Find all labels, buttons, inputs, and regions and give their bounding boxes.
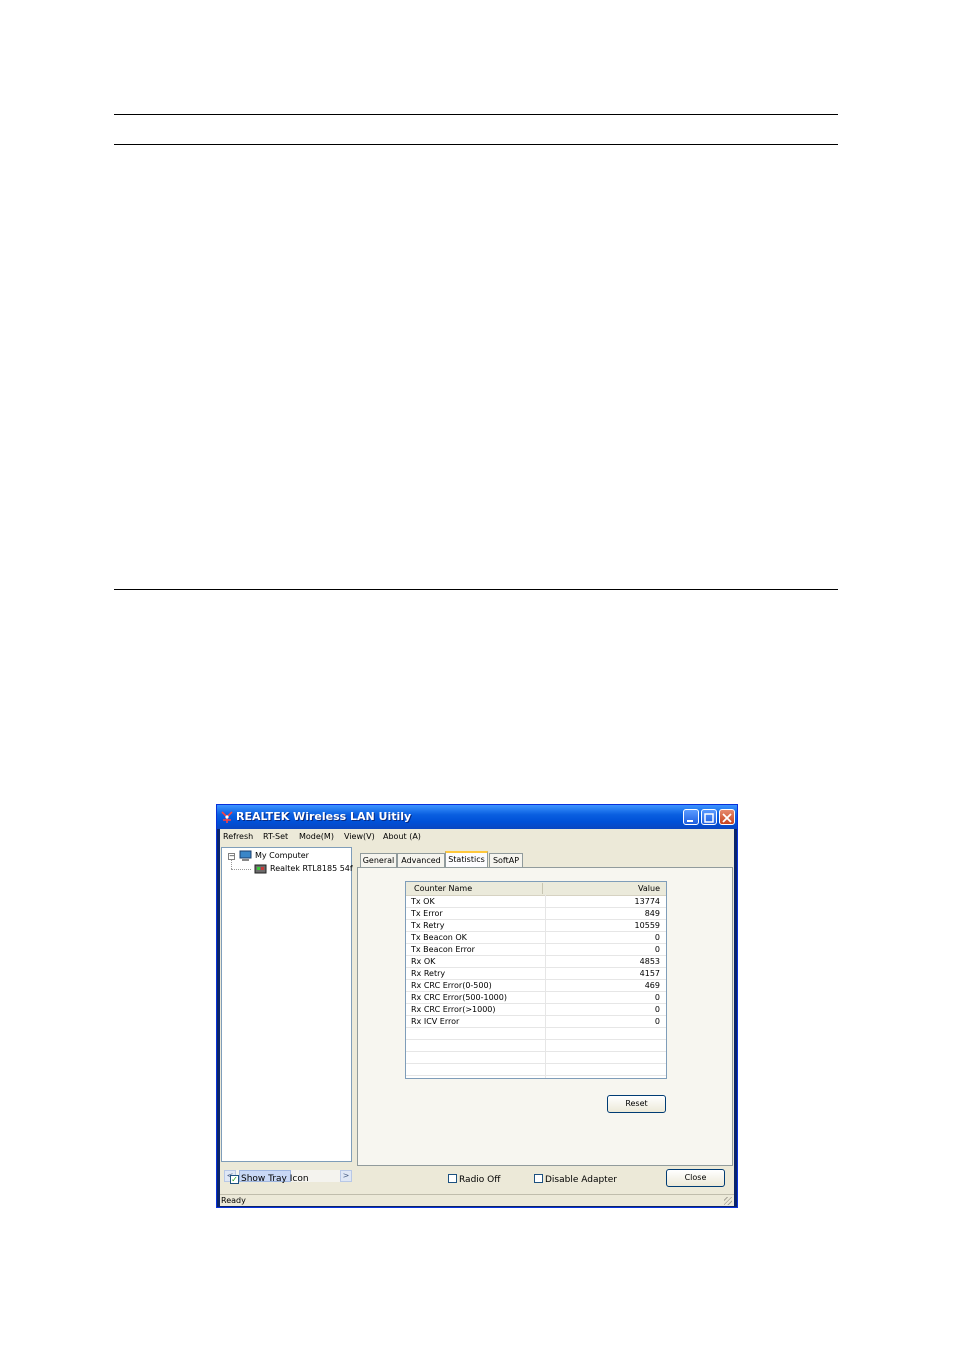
minimize-button[interactable] xyxy=(683,809,699,825)
table-row[interactable]: Tx Beacon OK 0 xyxy=(406,932,666,944)
counter-value-cell: 13774 xyxy=(634,897,660,906)
collapse-toggle[interactable]: − xyxy=(228,853,235,860)
menu-refresh[interactable]: Refresh xyxy=(223,832,253,841)
table-row[interactable]: Tx OK 13774 xyxy=(406,896,666,908)
counter-value-cell: 10559 xyxy=(634,921,660,930)
tab-softap[interactable]: SoftAP xyxy=(489,853,523,867)
counter-value-cell: 469 xyxy=(644,981,660,990)
close-window-button[interactable] xyxy=(719,809,735,825)
tab-statistics[interactable]: Statistics xyxy=(445,851,488,868)
device-tree: − My Computer Realtek RTL8185 54f < > xyxy=(221,847,353,1182)
counter-value-cell: 4853 xyxy=(639,957,660,966)
table-row[interactable] xyxy=(406,1052,666,1064)
radio-off-label: Radio Off xyxy=(459,1175,501,1185)
table-row[interactable]: Rx CRC Error(0-500) 469 xyxy=(406,980,666,992)
counter-name-cell: Rx CRC Error(>1000) xyxy=(411,1005,496,1014)
close-button[interactable]: Close xyxy=(666,1169,725,1187)
window-title: REALTEK Wireless LAN Uitily xyxy=(236,810,412,823)
counter-name-cell: Tx Beacon Error xyxy=(411,945,475,954)
counter-value-cell: 4157 xyxy=(639,969,660,978)
column-divider[interactable] xyxy=(542,883,543,894)
radio-off-checkbox[interactable]: Radio Off xyxy=(448,1174,500,1185)
show-tray-icon-checkbox[interactable]: ✓ Show Tray Icon xyxy=(230,1174,309,1184)
counter-value-cell: 0 xyxy=(654,945,660,954)
counter-name-cell: Rx CRC Error(0-500) xyxy=(411,981,492,990)
menu-mode[interactable]: Mode(M) xyxy=(299,832,334,841)
second-rule xyxy=(114,144,838,145)
tab-panel: General Advanced Statistics SoftAP Count… xyxy=(355,848,735,1166)
menu-view[interactable]: View(V) xyxy=(344,832,375,841)
counter-name-cell: Rx Retry xyxy=(411,969,446,978)
realtek-app-icon xyxy=(221,811,233,823)
counter-name-cell: Rx ICV Error xyxy=(411,1017,460,1026)
status-bar: Ready xyxy=(220,1194,734,1207)
counter-name-cell: Tx Error xyxy=(411,909,443,918)
status-text: Ready xyxy=(221,1196,246,1205)
resize-grip-icon[interactable] xyxy=(724,1197,732,1205)
table-row[interactable]: Tx Retry 10559 xyxy=(406,920,666,932)
counter-name-cell: Rx CRC Error(500-1000) xyxy=(411,993,507,1002)
tab-advanced[interactable]: Advanced xyxy=(397,853,445,867)
statistics-list[interactable]: Counter Name Value Tx OK 13774 Tx Error 849… xyxy=(405,881,667,1079)
menu-bar: Refresh RT-Set Mode(M) View(V) About (A) xyxy=(220,829,734,845)
tree-item-my-computer[interactable]: My Computer xyxy=(255,851,309,860)
column-value[interactable]: Value xyxy=(638,884,660,893)
minimize-icon xyxy=(687,820,693,822)
table-row[interactable]: Rx Retry 4157 xyxy=(406,968,666,980)
column-counter-name[interactable]: Counter Name xyxy=(414,884,472,893)
menu-rt-set[interactable]: RT-Set xyxy=(263,832,288,841)
disable-adapter-label: Disable Adapter xyxy=(545,1175,617,1185)
menu-about[interactable]: About (A) xyxy=(383,832,421,841)
table-row[interactable]: Rx OK 4853 xyxy=(406,956,666,968)
disable-adapter-checkbox[interactable]: Disable Adapter xyxy=(534,1174,617,1185)
reset-button[interactable]: Reset xyxy=(607,1095,666,1113)
counter-name-cell: Rx OK xyxy=(411,957,436,966)
counter-name-cell: Tx OK xyxy=(411,897,435,906)
table-row[interactable]: Tx Beacon Error 0 xyxy=(406,944,666,956)
tree-item-realtek-adapter[interactable]: Realtek RTL8185 54f xyxy=(270,864,353,873)
maximize-button[interactable] xyxy=(701,809,717,825)
list-header: Counter Name Value xyxy=(406,882,666,896)
tab-general[interactable]: General xyxy=(360,853,397,867)
table-row[interactable] xyxy=(406,1028,666,1040)
tree-line xyxy=(231,860,233,869)
show-tray-icon-box[interactable]: ✓ xyxy=(230,1175,239,1184)
counter-value-cell: 849 xyxy=(644,909,660,918)
window-body: Refresh RT-Set Mode(M) View(V) About (A)… xyxy=(220,829,734,1206)
counter-value-cell: 0 xyxy=(654,1017,660,1026)
third-rule xyxy=(114,589,838,590)
counter-value-cell: 0 xyxy=(654,1005,660,1014)
table-row[interactable]: Rx CRC Error(500-1000) 0 xyxy=(406,992,666,1004)
table-row[interactable] xyxy=(406,1064,666,1076)
maximize-icon xyxy=(704,813,714,823)
table-row[interactable] xyxy=(406,1040,666,1052)
network-adapter-icon xyxy=(254,864,267,874)
top-rule xyxy=(114,114,838,115)
counter-name-cell: Tx Beacon OK xyxy=(411,933,467,942)
disable-adapter-box[interactable] xyxy=(534,1174,543,1183)
table-row[interactable]: Rx ICV Error 0 xyxy=(406,1016,666,1028)
table-row[interactable]: Rx CRC Error(>1000) 0 xyxy=(406,1004,666,1016)
my-computer-icon xyxy=(239,850,252,861)
scroll-right-arrow-icon[interactable]: > xyxy=(340,1170,352,1182)
app-window: REALTEK Wireless LAN Uitily Refresh RT-S… xyxy=(216,804,738,1208)
counter-value-cell: 0 xyxy=(654,993,660,1002)
show-tray-icon-label: Show Tray Icon xyxy=(241,1174,309,1184)
radio-off-box[interactable] xyxy=(448,1174,457,1183)
counter-value-cell: 0 xyxy=(654,933,660,942)
close-icon xyxy=(722,813,732,823)
table-row[interactable]: Tx Error 849 xyxy=(406,908,666,920)
statistics-page: Counter Name Value Tx OK 13774 Tx Error 849… xyxy=(357,867,733,1166)
tree-line xyxy=(231,869,251,871)
counter-name-cell: Tx Retry xyxy=(411,921,445,930)
title-bar[interactable]: REALTEK Wireless LAN Uitily xyxy=(217,805,737,829)
